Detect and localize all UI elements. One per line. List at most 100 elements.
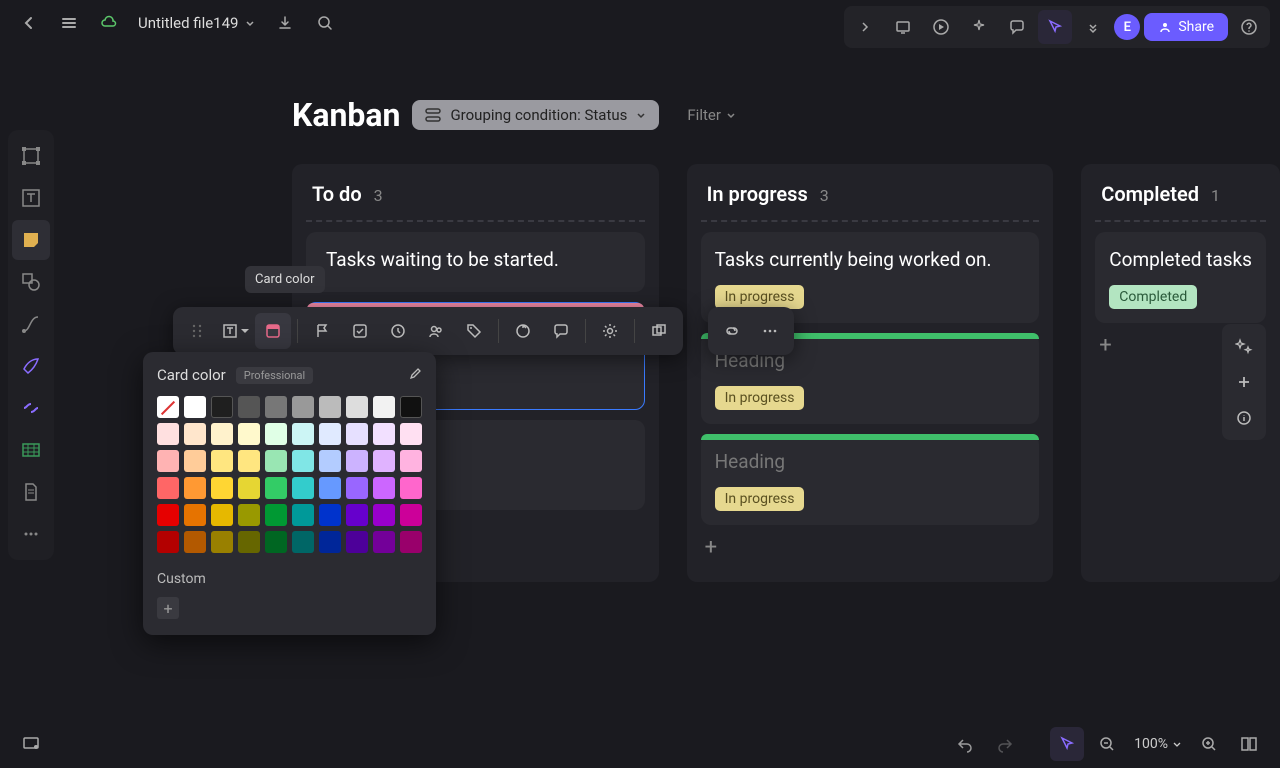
color-swatch[interactable]: [292, 423, 314, 445]
play-button[interactable]: [924, 10, 958, 44]
pen-tool[interactable]: [12, 346, 50, 386]
zoom-in-button[interactable]: [1192, 727, 1226, 761]
add-card-button[interactable]: +: [705, 535, 1036, 560]
color-swatch[interactable]: [319, 423, 341, 445]
color-swatch[interactable]: [238, 531, 260, 553]
color-swatch[interactable]: [373, 423, 395, 445]
color-swatch[interactable]: [157, 423, 179, 445]
connector-tool[interactable]: [12, 304, 50, 344]
color-swatch[interactable]: [184, 423, 206, 445]
color-swatch[interactable]: [400, 504, 422, 526]
sparkle-button[interactable]: [962, 10, 996, 44]
color-swatch[interactable]: [319, 450, 341, 472]
add-button[interactable]: [1230, 368, 1258, 396]
assignee-button[interactable]: [418, 313, 454, 349]
color-swatch[interactable]: [400, 477, 422, 499]
color-swatch[interactable]: [157, 396, 179, 418]
color-swatch[interactable]: [346, 450, 368, 472]
zoom-out-button[interactable]: [1090, 727, 1124, 761]
color-swatch[interactable]: [292, 504, 314, 526]
color-swatch[interactable]: [211, 531, 233, 553]
color-swatch[interactable]: [238, 450, 260, 472]
color-swatch[interactable]: [346, 477, 368, 499]
color-swatch[interactable]: [265, 531, 287, 553]
undo-button[interactable]: [948, 727, 982, 761]
download-button[interactable]: [268, 6, 302, 40]
tag-button[interactable]: [456, 313, 492, 349]
color-swatch[interactable]: [211, 450, 233, 472]
color-swatch[interactable]: [346, 423, 368, 445]
shape-tool[interactable]: [12, 262, 50, 302]
color-swatch[interactable]: [211, 423, 233, 445]
chat-button[interactable]: [543, 313, 579, 349]
more-dropdown[interactable]: [1076, 10, 1110, 44]
redo-button[interactable]: [988, 727, 1022, 761]
text-style-button[interactable]: [217, 313, 253, 349]
card[interactable]: Completed tasks Completed: [1095, 232, 1266, 323]
color-swatch[interactable]: [373, 531, 395, 553]
card[interactable]: Heading In progress: [701, 434, 1040, 525]
ai-assist-button[interactable]: [1230, 332, 1258, 360]
color-swatch[interactable]: [319, 504, 341, 526]
search-button[interactable]: [308, 6, 342, 40]
color-swatch[interactable]: [373, 477, 395, 499]
user-avatar[interactable]: E: [1114, 14, 1140, 40]
color-swatch[interactable]: [211, 396, 233, 418]
color-swatch[interactable]: [346, 504, 368, 526]
link-tool[interactable]: [12, 388, 50, 428]
flag-button[interactable]: [304, 313, 340, 349]
sticky-note-tool[interactable]: [12, 220, 50, 260]
color-swatch[interactable]: [265, 504, 287, 526]
color-swatch[interactable]: [265, 450, 287, 472]
color-swatch[interactable]: [157, 531, 179, 553]
back-button[interactable]: [12, 6, 46, 40]
present-button[interactable]: [886, 10, 920, 44]
color-swatch[interactable]: [265, 477, 287, 499]
select-mode-button[interactable]: [1050, 727, 1084, 761]
share-button[interactable]: Share: [1144, 13, 1228, 41]
file-name[interactable]: Untitled file149: [132, 14, 262, 32]
document-tool[interactable]: [12, 472, 50, 512]
pointer-tool[interactable]: [1038, 10, 1072, 44]
cloud-sync-icon[interactable]: [92, 6, 126, 40]
menu-button[interactable]: [52, 6, 86, 40]
color-swatch[interactable]: [238, 477, 260, 499]
color-swatch[interactable]: [265, 396, 287, 418]
zoom-level[interactable]: 100%: [1134, 736, 1182, 752]
refresh-button[interactable]: [505, 313, 541, 349]
color-swatch[interactable]: [184, 504, 206, 526]
color-swatch[interactable]: [319, 396, 341, 418]
color-swatch[interactable]: [400, 531, 422, 553]
color-swatch[interactable]: [184, 396, 206, 418]
color-swatch[interactable]: [184, 531, 206, 553]
frame-tool[interactable]: [12, 136, 50, 176]
layers-button[interactable]: [14, 727, 48, 761]
link-action-button[interactable]: [714, 313, 750, 349]
color-swatch[interactable]: [373, 396, 395, 418]
checkbox-button[interactable]: [342, 313, 378, 349]
color-swatch[interactable]: [346, 531, 368, 553]
text-tool[interactable]: [12, 178, 50, 218]
color-swatch[interactable]: [319, 531, 341, 553]
collapse-button[interactable]: [848, 10, 882, 44]
more-actions-button[interactable]: [752, 313, 788, 349]
color-swatch[interactable]: [238, 504, 260, 526]
color-swatch[interactable]: [157, 477, 179, 499]
color-swatch[interactable]: [265, 423, 287, 445]
color-swatch[interactable]: [184, 477, 206, 499]
color-swatch[interactable]: [157, 450, 179, 472]
color-swatch[interactable]: [400, 423, 422, 445]
color-swatch[interactable]: [238, 423, 260, 445]
clock-button[interactable]: [380, 313, 416, 349]
filter-button[interactable]: Filter: [687, 106, 737, 124]
color-swatch[interactable]: [292, 396, 314, 418]
color-swatch[interactable]: [400, 396, 422, 418]
color-swatch[interactable]: [373, 450, 395, 472]
color-swatch[interactable]: [373, 504, 395, 526]
drag-handle[interactable]: [179, 313, 215, 349]
card-color-button[interactable]: [255, 313, 291, 349]
settings-button[interactable]: [592, 313, 628, 349]
color-swatch[interactable]: [400, 450, 422, 472]
help-button[interactable]: [1232, 10, 1266, 44]
info-button[interactable]: [1230, 404, 1258, 432]
